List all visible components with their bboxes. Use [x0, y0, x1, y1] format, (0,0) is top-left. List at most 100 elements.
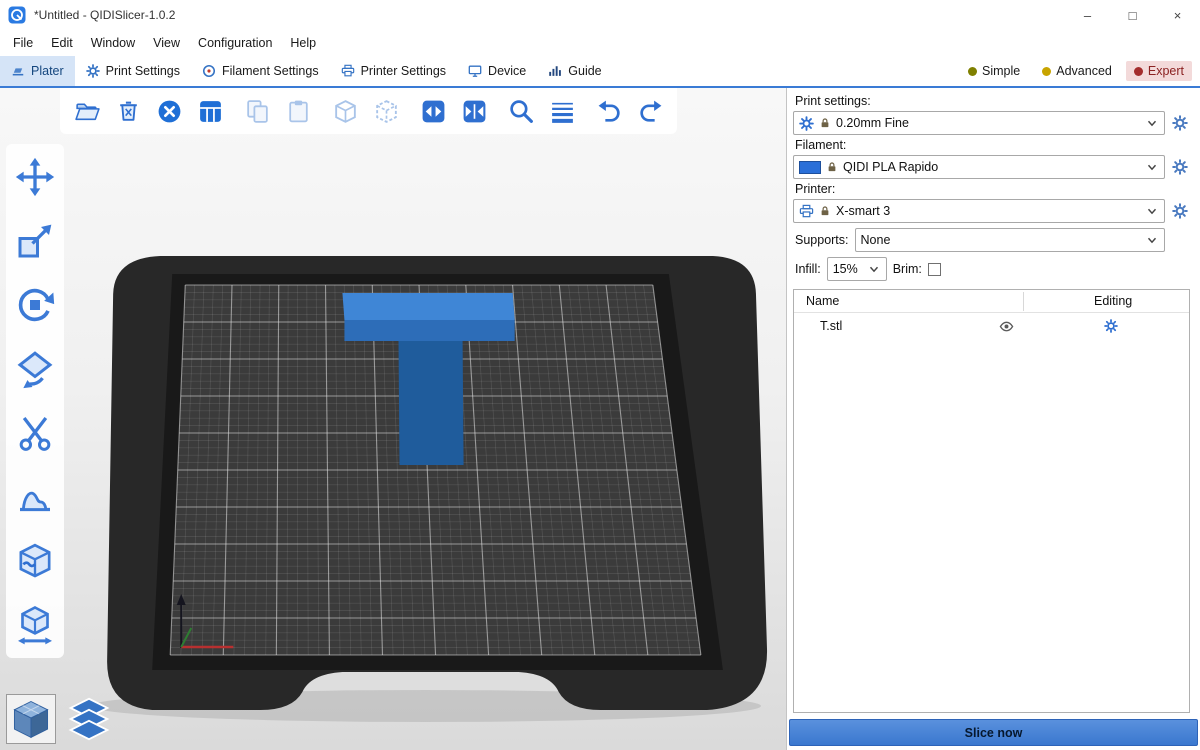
remove-instance-icon[interactable]	[371, 96, 401, 126]
gear-icon	[1172, 115, 1188, 131]
place-on-face-tool-icon[interactable]	[14, 348, 56, 390]
filament-gear-button[interactable]	[1170, 156, 1190, 178]
slice-now-button[interactable]: Slice now	[789, 719, 1198, 746]
scale-tool-icon[interactable]	[14, 220, 56, 262]
paint-supports-tool-icon[interactable]	[14, 476, 56, 518]
menu-window[interactable]: Window	[82, 33, 144, 53]
undo-icon[interactable]	[594, 96, 624, 126]
preview-view-thumbnail[interactable]	[64, 694, 114, 744]
mode-simple[interactable]: Simple	[960, 61, 1028, 81]
visibility-eye-icon[interactable]	[999, 319, 1014, 334]
infill-label: Infill:	[795, 262, 821, 276]
mode-expert[interactable]: Expert	[1126, 61, 1192, 81]
mode-label: Expert	[1148, 64, 1184, 78]
column-divider	[1023, 292, 1024, 311]
delete-all-icon[interactable]	[154, 96, 184, 126]
tab-label: Device	[488, 64, 526, 78]
chevron-down-icon	[1145, 204, 1159, 218]
copy-icon[interactable]	[242, 96, 272, 126]
tab-label: Guide	[568, 64, 601, 78]
open-icon[interactable]	[72, 96, 102, 126]
delete-icon[interactable]	[113, 96, 143, 126]
brim-checkbox[interactable]	[928, 263, 941, 276]
menubar: File Edit Window View Configuration Help	[0, 30, 1200, 56]
tab-plater[interactable]: Plater	[0, 56, 75, 86]
mode-label: Advanced	[1056, 64, 1112, 78]
split-to-parts-icon[interactable]	[459, 96, 489, 126]
infill-value: 15%	[833, 262, 858, 276]
menu-configuration[interactable]: Configuration	[189, 33, 281, 53]
brim-label: Brim:	[893, 262, 922, 276]
redo-icon[interactable]	[635, 96, 665, 126]
printer-icon	[799, 204, 814, 219]
column-name: Name	[806, 294, 839, 308]
filament-select[interactable]: QIDI PLA Rapido	[793, 155, 1165, 179]
tab-device[interactable]: Device	[457, 56, 537, 86]
split-to-objects-icon[interactable]	[418, 96, 448, 126]
window-title: *Untitled - QIDISlicer-1.0.2	[34, 8, 175, 22]
search-icon[interactable]	[506, 96, 536, 126]
print-settings-select[interactable]: 0.20mm Fine	[793, 111, 1165, 135]
print-settings-value: 0.20mm Fine	[836, 116, 909, 130]
mode-selector: Simple Advanced Expert	[960, 56, 1200, 86]
menu-edit[interactable]: Edit	[42, 33, 82, 53]
sidebar: Print settings: 0.20mm Fine Filament: QI…	[786, 88, 1200, 750]
app-logo-icon	[8, 6, 26, 24]
menu-help[interactable]: Help	[281, 33, 325, 53]
minimize-button[interactable]: –	[1065, 0, 1110, 30]
cut-tool-icon[interactable]	[14, 412, 56, 454]
move-tool-icon[interactable]	[14, 156, 56, 198]
object-list: Name Editing T.stl	[793, 289, 1190, 713]
plater-icon	[11, 64, 25, 78]
mode-advanced[interactable]: Advanced	[1034, 61, 1120, 81]
chevron-down-icon	[867, 262, 881, 276]
add-instance-icon[interactable]	[330, 96, 360, 126]
gear-icon	[799, 116, 814, 131]
object-editing-icon[interactable]	[1104, 319, 1118, 333]
supports-select[interactable]: None	[855, 228, 1165, 252]
device-monitor-icon	[468, 64, 482, 78]
seam-tool-icon[interactable]	[14, 540, 56, 582]
top-toolbar	[60, 88, 677, 134]
printer-select[interactable]: X-smart 3	[793, 199, 1165, 223]
print-settings-gear-button[interactable]	[1170, 112, 1190, 134]
menu-file[interactable]: File	[4, 33, 42, 53]
simple-mode-dot-icon	[968, 67, 977, 76]
object-row[interactable]: T.stl	[794, 313, 1189, 339]
lock-icon	[819, 205, 831, 217]
editor-view-thumbnail[interactable]	[6, 694, 56, 744]
arrange-icon[interactable]	[195, 96, 225, 126]
chevron-down-icon	[1145, 233, 1159, 247]
printer-gear-button[interactable]	[1170, 200, 1190, 222]
filament-label: Filament:	[795, 138, 1190, 152]
maximize-button[interactable]: □	[1110, 0, 1155, 30]
tab-printer-settings[interactable]: Printer Settings	[330, 56, 457, 86]
tab-print-settings[interactable]: Print Settings	[75, 56, 191, 86]
object-name: T.stl	[820, 319, 842, 333]
object-list-header: Name Editing	[794, 290, 1189, 313]
variable-layer-height-icon[interactable]	[547, 96, 577, 126]
measure-tool-icon[interactable]	[14, 604, 56, 646]
print-settings-label: Print settings:	[795, 94, 1190, 108]
gear-icon	[1172, 159, 1188, 175]
lock-icon	[819, 117, 831, 129]
menu-view[interactable]: View	[144, 33, 189, 53]
tab-guide[interactable]: Guide	[537, 56, 612, 86]
bed-3d-scene	[0, 88, 786, 750]
mode-label: Simple	[982, 64, 1020, 78]
advanced-mode-dot-icon	[1042, 67, 1051, 76]
tabbar: Plater Print Settings Filament Settings …	[0, 56, 1200, 88]
paste-icon[interactable]	[283, 96, 313, 126]
close-button[interactable]: ×	[1155, 0, 1200, 30]
view-mode-switcher	[6, 694, 114, 744]
gear-icon	[1172, 203, 1188, 219]
rotate-tool-icon[interactable]	[14, 284, 56, 326]
tab-label: Filament Settings	[222, 64, 319, 78]
expert-mode-dot-icon	[1134, 67, 1143, 76]
titlebar: *Untitled - QIDISlicer-1.0.2 – □ ×	[0, 0, 1200, 30]
printer-value: X-smart 3	[836, 204, 890, 218]
infill-select[interactable]: 15%	[827, 257, 887, 281]
supports-label: Supports:	[795, 233, 849, 247]
tab-filament-settings[interactable]: Filament Settings	[191, 56, 330, 86]
viewport-3d[interactable]	[0, 88, 786, 750]
